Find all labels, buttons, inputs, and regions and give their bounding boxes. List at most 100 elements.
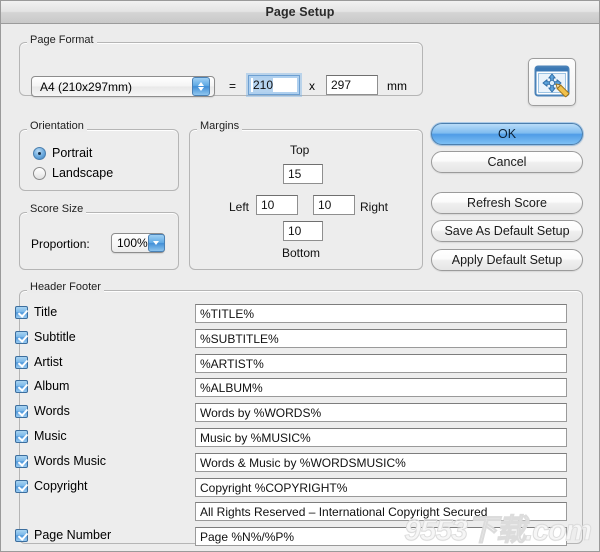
page-setup-dialog: Page Setup Page Format A4 (210x297mm) = … bbox=[0, 0, 600, 552]
score-size-group-label: Score Size bbox=[27, 203, 87, 215]
chevron-updown-icon bbox=[192, 77, 210, 96]
equals-sign: = bbox=[229, 79, 237, 93]
header-footer-checkbox-row[interactable]: Music bbox=[15, 429, 67, 443]
save-as-default-setup-button-label: Save As Default Setup bbox=[444, 224, 570, 238]
margins-group-label: Margins bbox=[197, 120, 243, 132]
margin-left-value: 10 bbox=[261, 198, 275, 212]
page-preview-move-icon bbox=[534, 65, 570, 98]
header-footer-text-input[interactable]: Copyright %COPYRIGHT% bbox=[195, 478, 567, 497]
header-footer-text-input[interactable]: Page %N%/%P% bbox=[195, 527, 567, 546]
orientation-option-portrait[interactable]: Portrait bbox=[33, 146, 92, 160]
page-height-input[interactable]: 297 bbox=[326, 75, 378, 95]
checkbox-icon[interactable] bbox=[15, 330, 28, 344]
page-format-select-value: A4 (210x297mm) bbox=[40, 79, 133, 94]
header-footer-text-value: Copyright %COPYRIGHT% bbox=[200, 480, 348, 495]
times-sign: x bbox=[309, 79, 315, 93]
header-footer-text-value: Words by %WORDS% bbox=[200, 405, 322, 420]
header-footer-row-label: Album bbox=[34, 379, 70, 393]
refresh-score-button-label: Refresh Score bbox=[467, 196, 547, 210]
header-footer-row-label: Title bbox=[34, 305, 58, 319]
header-footer-row-label: Words bbox=[34, 404, 70, 418]
header-footer-checkbox-row[interactable]: Subtitle bbox=[15, 330, 76, 344]
margin-right-input[interactable]: 10 bbox=[313, 195, 355, 215]
header-footer-text-input[interactable]: Music by %MUSIC% bbox=[195, 428, 567, 447]
page-width-input[interactable]: 210 bbox=[248, 75, 300, 95]
margin-top-value: 15 bbox=[288, 167, 302, 181]
apply-default-setup-button[interactable]: Apply Default Setup bbox=[431, 249, 583, 271]
margin-right-label: Right bbox=[360, 200, 389, 214]
margin-right-value: 10 bbox=[318, 198, 332, 212]
header-footer-row-label: Music bbox=[34, 429, 67, 443]
checkbox-icon[interactable] bbox=[15, 305, 28, 319]
header-footer-text-input[interactable]: Words by %WORDS% bbox=[195, 403, 567, 422]
window-titlebar[interactable]: Page Setup bbox=[1, 1, 599, 24]
header-footer-checkbox-row[interactable]: Words bbox=[15, 404, 70, 418]
save-as-default-setup-button[interactable]: Save As Default Setup bbox=[431, 220, 583, 242]
cancel-button-label: Cancel bbox=[487, 155, 527, 169]
header-footer-text-value: %ALBUM% bbox=[200, 380, 263, 395]
checkbox-icon[interactable] bbox=[15, 355, 28, 369]
header-footer-checkbox-row[interactable]: Artist bbox=[15, 355, 62, 369]
header-footer-text-input[interactable]: %ALBUM% bbox=[195, 378, 567, 397]
header-footer-row-label: Subtitle bbox=[34, 330, 76, 344]
header-footer-text-value: Page %N%/%P% bbox=[200, 529, 295, 544]
checkbox-icon[interactable] bbox=[15, 404, 28, 418]
margin-bottom-label: Bottom bbox=[282, 246, 321, 260]
checkbox-icon[interactable] bbox=[15, 379, 28, 393]
checkbox-icon[interactable] bbox=[15, 429, 28, 443]
page-height-value: 297 bbox=[331, 78, 352, 92]
header-footer-text-input[interactable]: Words & Music by %WORDSMUSIC% bbox=[195, 453, 567, 472]
header-footer-checkbox-row[interactable]: Page Number bbox=[15, 528, 111, 542]
orientation-group bbox=[19, 129, 179, 191]
ok-button-label: OK bbox=[497, 127, 517, 141]
margin-top-input[interactable]: 15 bbox=[283, 164, 323, 184]
header-footer-text-input[interactable]: %ARTIST% bbox=[195, 354, 567, 373]
proportion-select-value: 100% bbox=[117, 236, 148, 250]
orientation-option-portrait-label: Portrait bbox=[52, 146, 93, 160]
orientation-option-landscape[interactable]: Landscape bbox=[33, 166, 113, 180]
header-footer-text-value: Music by %MUSIC% bbox=[200, 430, 311, 445]
header-footer-text-input[interactable]: %SUBTITLE% bbox=[195, 329, 567, 348]
margin-bottom-value: 10 bbox=[288, 224, 302, 238]
chevron-down-icon bbox=[147, 234, 165, 252]
ok-button[interactable]: OK bbox=[431, 123, 583, 145]
margin-top-label: Top bbox=[290, 143, 310, 157]
page-preview-button[interactable] bbox=[528, 58, 576, 106]
header-footer-row-label: Copyright bbox=[34, 479, 88, 493]
header-footer-row-label: Artist bbox=[34, 355, 63, 369]
margin-bottom-input[interactable]: 10 bbox=[283, 221, 323, 241]
page-format-select[interactable]: A4 (210x297mm) bbox=[31, 76, 215, 97]
checkbox-icon[interactable] bbox=[15, 454, 28, 468]
cancel-button[interactable]: Cancel bbox=[431, 151, 583, 173]
radio-portrait-icon bbox=[33, 146, 46, 160]
header-footer-text-value: All Rights Reserved – International Copy… bbox=[200, 504, 488, 519]
orientation-option-landscape-label: Landscape bbox=[52, 166, 114, 180]
header-footer-row-label: Page Number bbox=[34, 528, 112, 542]
header-footer-text-value: Words & Music by %WORDSMUSIC% bbox=[200, 455, 406, 470]
margin-left-input[interactable]: 10 bbox=[256, 195, 298, 215]
header-footer-text-value: %ARTIST% bbox=[200, 356, 264, 371]
header-footer-group-label: Header Footer bbox=[27, 281, 104, 293]
orientation-group-label: Orientation bbox=[27, 120, 87, 132]
header-footer-checkbox-row[interactable]: Album bbox=[15, 379, 69, 393]
header-footer-text-input[interactable]: All Rights Reserved – International Copy… bbox=[195, 502, 567, 521]
page-unit-label: mm bbox=[387, 79, 407, 93]
page-width-value: 210 bbox=[253, 78, 274, 92]
radio-landscape-icon bbox=[33, 166, 46, 180]
checkbox-icon[interactable] bbox=[15, 528, 28, 542]
header-footer-row-label: Words Music bbox=[34, 454, 107, 468]
page-format-group-label: Page Format bbox=[27, 34, 97, 46]
header-footer-text-input[interactable]: %TITLE% bbox=[195, 304, 567, 323]
window-title: Page Setup bbox=[265, 5, 335, 19]
proportion-select[interactable]: 100% bbox=[111, 233, 165, 253]
checkbox-icon[interactable] bbox=[15, 479, 28, 493]
header-footer-text-value: %TITLE% bbox=[200, 306, 255, 321]
header-footer-checkbox-row[interactable]: Words Music bbox=[15, 454, 106, 468]
refresh-score-button[interactable]: Refresh Score bbox=[431, 192, 583, 214]
margin-left-label: Left bbox=[229, 200, 250, 214]
header-footer-checkbox-row[interactable]: Title bbox=[15, 305, 57, 319]
apply-default-setup-button-label: Apply Default Setup bbox=[451, 253, 563, 267]
dialog-content: Page Format A4 (210x297mm) = 210 x 297 m… bbox=[1, 24, 599, 551]
header-footer-checkbox-row[interactable]: Copyright bbox=[15, 479, 88, 493]
header-footer-text-value: %SUBTITLE% bbox=[200, 331, 279, 346]
